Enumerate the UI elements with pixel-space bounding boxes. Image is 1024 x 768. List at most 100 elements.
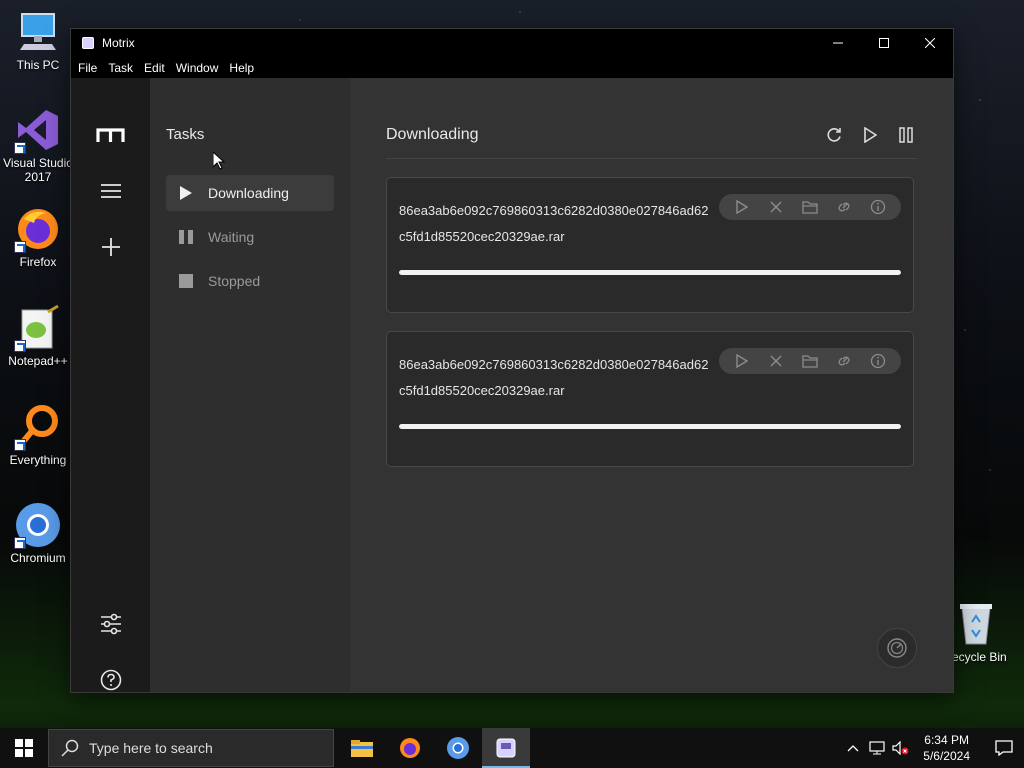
desktop-icon-label: Chromium — [10, 551, 66, 565]
list-actions — [823, 124, 917, 146]
play-icon — [178, 185, 194, 201]
task-resume-button[interactable] — [732, 351, 752, 371]
desktop-icon-label: Everything — [9, 453, 67, 467]
menu-edit[interactable]: Edit — [144, 61, 165, 75]
motrix-logo-icon — [96, 128, 125, 142]
task-list-button[interactable] — [95, 175, 127, 207]
add-task-button[interactable] — [95, 231, 127, 263]
menu-task[interactable]: Task — [108, 61, 133, 75]
motrix-window: Motrix File Task Edit Window Help Tasks … — [71, 29, 953, 692]
everything-search-icon — [14, 403, 62, 451]
folder-icon — [351, 740, 373, 757]
task-progress-fill — [399, 424, 901, 429]
notification-icon — [995, 740, 1013, 756]
firefox-icon — [14, 205, 62, 253]
shortcut-arrow-icon — [14, 241, 26, 253]
task-sidebar: Tasks Downloading Waiting Stopped — [150, 78, 350, 692]
task-actions — [719, 194, 901, 220]
taskbar-clock[interactable]: 6:34 PM 5/6/2024 — [923, 732, 970, 764]
menu-help[interactable]: Help — [229, 61, 254, 75]
pause-icon — [899, 127, 913, 143]
task-delete-button[interactable] — [766, 351, 786, 371]
task-progress-fill — [399, 270, 901, 275]
title-bar[interactable]: Motrix — [71, 29, 953, 57]
task-copy-link-button[interactable] — [834, 197, 854, 217]
task-info-button[interactable] — [868, 351, 888, 371]
window-controls — [815, 29, 953, 57]
firefox-icon — [400, 738, 420, 758]
desktop-icon-this-pc[interactable]: This PC — [0, 8, 76, 72]
sidebar-item-label: Waiting — [208, 229, 255, 245]
start-button[interactable] — [0, 728, 48, 768]
resume-all-button[interactable] — [859, 124, 881, 146]
taskbar-file-explorer[interactable] — [338, 728, 386, 768]
mouse-cursor-icon — [213, 152, 225, 170]
search-icon — [61, 739, 79, 757]
pause-all-button[interactable] — [895, 124, 917, 146]
menu-window[interactable]: Window — [176, 61, 219, 75]
header-divider — [386, 158, 917, 159]
stop-icon — [178, 273, 194, 289]
task-resume-button[interactable] — [732, 197, 752, 217]
task-open-folder-button[interactable] — [800, 351, 820, 371]
sidebar-item-stopped[interactable]: Stopped — [166, 263, 334, 299]
desktop-icon-everything[interactable]: Everything — [0, 403, 76, 467]
task-name: 86ea3ab6e092c769860313c6282d0380e027846a… — [399, 357, 709, 398]
menu-file[interactable]: File — [78, 61, 97, 75]
task-item[interactable]: 86ea3ab6e092c769860313c6282d0380e027846a… — [386, 177, 914, 313]
close-button[interactable] — [907, 29, 953, 57]
taskbar: Type here to search 6:34 PM 5/6/2024 — [0, 728, 1024, 768]
sidebar-item-downloading[interactable]: Downloading — [166, 175, 334, 211]
app-body: Tasks Downloading Waiting Stopped Downlo… — [71, 78, 953, 692]
maximize-button[interactable] — [861, 29, 907, 57]
network-icon[interactable] — [865, 741, 889, 755]
sidebar-item-waiting[interactable]: Waiting — [166, 219, 334, 255]
folder-icon — [802, 201, 818, 214]
task-open-folder-button[interactable] — [800, 197, 820, 217]
nav-rail — [71, 78, 150, 692]
desktop-icon-label: Notepad++ — [8, 354, 68, 368]
task-item[interactable]: 86ea3ab6e092c769860313c6282d0380e027846a… — [386, 331, 914, 467]
volume-muted-icon[interactable] — [889, 741, 913, 755]
desktop-icon-label: ecycle Bin — [952, 650, 1007, 664]
speed-limit-button[interactable] — [877, 628, 917, 668]
chevron-up-icon[interactable] — [841, 744, 865, 752]
desktop-icon-visual-studio[interactable]: Visual Studio 2017 — [0, 106, 76, 184]
minimize-button[interactable] — [815, 29, 861, 57]
computer-icon — [14, 8, 62, 56]
motrix-logo-button[interactable] — [95, 119, 127, 151]
taskbar-firefox[interactable] — [386, 728, 434, 768]
pause-icon — [178, 229, 194, 245]
task-info-button[interactable] — [868, 197, 888, 217]
task-progress-bar — [399, 270, 901, 275]
taskbar-search-box[interactable]: Type here to search — [48, 729, 334, 767]
motrix-app-icon — [82, 37, 94, 49]
sidebar-item-label: Downloading — [208, 185, 289, 201]
link-icon — [838, 202, 850, 212]
preferences-button[interactable] — [95, 608, 127, 640]
shortcut-arrow-icon — [14, 142, 26, 154]
clock-time: 6:34 PM — [924, 733, 969, 747]
refresh-button[interactable] — [823, 124, 845, 146]
task-delete-button[interactable] — [766, 197, 786, 217]
motrix-app-icon — [496, 738, 516, 758]
close-icon — [770, 201, 782, 213]
info-icon — [870, 199, 886, 215]
search-placeholder: Type here to search — [89, 740, 213, 756]
notifications-button[interactable] — [984, 740, 1024, 756]
speedometer-icon — [887, 638, 907, 658]
recycle-bin-icon — [952, 600, 1000, 648]
info-icon — [870, 353, 886, 369]
taskbar-motrix[interactable] — [482, 728, 530, 768]
notepad-plus-plus-icon — [14, 304, 62, 352]
close-icon — [925, 38, 935, 48]
desktop-icon-notepad-plus-plus[interactable]: Notepad++ — [0, 304, 76, 368]
shortcut-arrow-icon — [14, 340, 26, 352]
desktop-icon-firefox[interactable]: Firefox — [0, 205, 76, 269]
help-button[interactable] — [95, 664, 127, 696]
desktop-icon-chromium[interactable]: Chromium — [0, 501, 76, 565]
taskbar-chromium[interactable] — [434, 728, 482, 768]
task-name: 86ea3ab6e092c769860313c6282d0380e027846a… — [399, 203, 709, 244]
system-tray: 6:34 PM 5/6/2024 — [841, 728, 1024, 768]
task-copy-link-button[interactable] — [834, 351, 854, 371]
